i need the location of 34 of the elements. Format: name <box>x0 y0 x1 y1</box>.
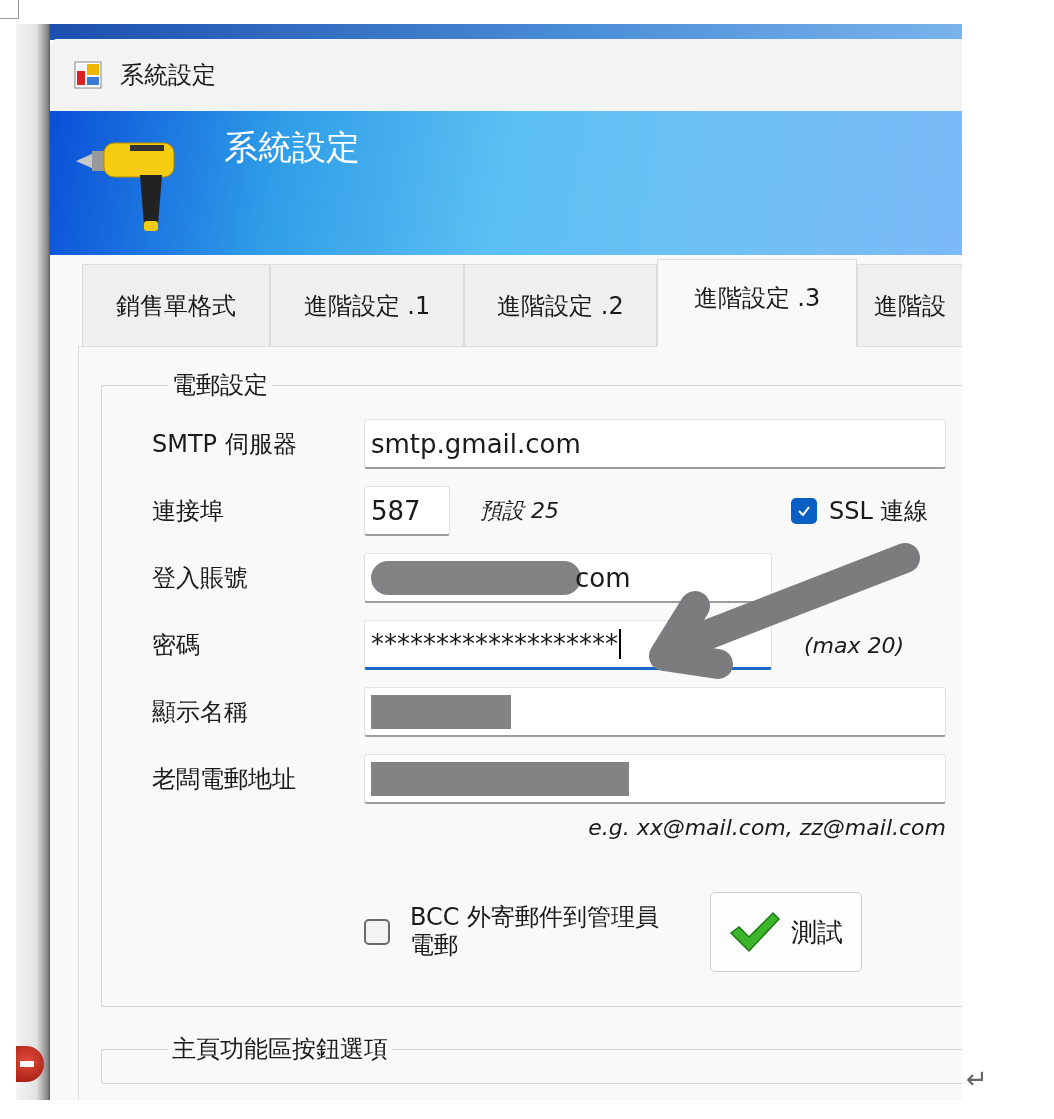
checkbox[interactable] <box>791 498 817 524</box>
stop-sign-icon[interactable] <box>16 1046 44 1082</box>
field-label: 密碼 <box>152 630 201 661</box>
field-label: 顯示名稱 <box>152 697 249 728</box>
input-field[interactable] <box>364 754 946 804</box>
window-title: 系統設定 <box>120 60 216 91</box>
input-field[interactable] <box>364 687 946 737</box>
tab[interactable]: 銷售單格式 <box>82 264 270 346</box>
field-label: SMTP 伺服器 <box>152 429 298 460</box>
banner-title: 系統設定 <box>224 126 360 169</box>
field-label: 老闆電郵地址 <box>152 764 297 795</box>
input-field[interactable]: smtp.gmail.com <box>364 419 946 469</box>
tab[interactable]: 進階設 <box>857 264 962 346</box>
tab[interactable]: 進階設定 .2 <box>464 264 657 346</box>
input-field[interactable]: 587 <box>364 486 450 536</box>
field-label: 登入賬號 <box>152 563 249 594</box>
hint-text: e.g. xx@mail.com, zz@mail.com <box>587 815 946 840</box>
group-title: 主頁功能區按鈕選項 <box>171 1034 389 1065</box>
tab[interactable]: 進階設定 .1 <box>270 264 464 346</box>
hint-text: 預設 25 <box>480 497 559 525</box>
input-field[interactable]: com <box>364 553 772 603</box>
field-label: 連接埠 <box>152 496 225 527</box>
checkbox-label: BCC 外寄郵件到管理員電郵 <box>410 904 660 960</box>
hint-text: (max 20) <box>804 632 905 658</box>
checkbox-label: SSL 連線 <box>829 496 929 527</box>
checkmark-icon <box>729 911 781 953</box>
checkbox[interactable] <box>364 919 390 945</box>
tab[interactable]: 進階設定 .3 <box>657 259 857 347</box>
app-icon <box>74 61 102 89</box>
crop-mark <box>0 0 19 19</box>
group-title: 電郵設定 <box>171 370 269 401</box>
paragraph-mark: ↵ <box>966 1064 988 1094</box>
test-button[interactable]: 測試 <box>710 892 862 972</box>
field-value: com <box>575 562 631 593</box>
